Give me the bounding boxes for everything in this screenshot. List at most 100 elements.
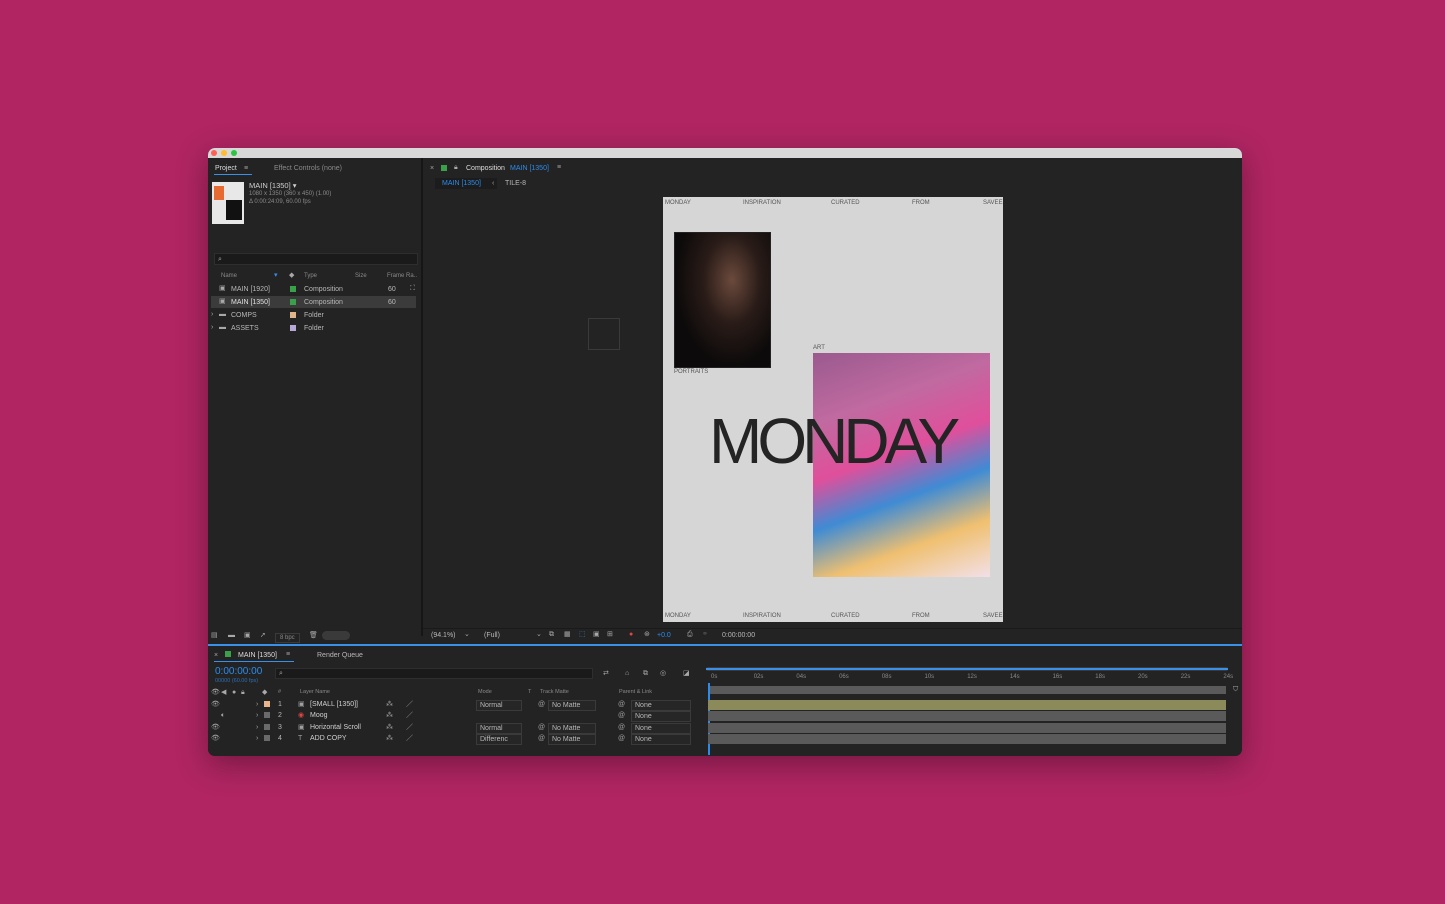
time-ruler[interactable]: 0s 02s 04s 06s 08s 10s 12s 14s 16s 18s 20s 22s 24s (708, 674, 1233, 684)
mask-visibility-icon[interactable]: ▣ (593, 631, 600, 638)
label-color-swatch[interactable] (290, 312, 296, 318)
lock-icon[interactable]: 🔒︎ (454, 164, 458, 171)
breadcrumb-active[interactable]: MAIN [1350] (435, 178, 497, 189)
current-time-display[interactable]: 0:00:00:00 (722, 632, 755, 639)
panel-menu-icon[interactable]: ≡ (244, 165, 248, 172)
comp-marker-bin-icon[interactable]: ⛉ (1233, 686, 1238, 693)
layer-search-input[interactable]: ⌕ (275, 668, 593, 679)
interpret-footage-icon[interactable]: ▤ (211, 632, 218, 639)
close-panel-icon[interactable]: × (430, 165, 434, 172)
video-eye-icon[interactable]: 👁︎ (211, 724, 220, 731)
region-of-interest-icon[interactable]: ⬚ (579, 631, 586, 638)
thumbnail-size-slider[interactable] (322, 631, 350, 640)
minimize-window-button[interactable] (221, 150, 227, 156)
project-item[interactable]: ▣ MAIN [1920] Composition 60 ⛶ (211, 283, 416, 295)
draft-3d-icon[interactable]: ⌂ (625, 670, 629, 677)
layer-name[interactable]: ADD COPY (310, 735, 347, 742)
color-channels-icon[interactable]: ● (629, 631, 633, 638)
snapshot-camera-icon[interactable]: ⎙ (687, 631, 693, 638)
chevron-right-icon[interactable]: › (211, 324, 213, 331)
bit-depth-button[interactable]: 8 bpc (275, 633, 300, 643)
chevron-right-icon[interactable]: › (256, 724, 258, 731)
graph-editor-icon[interactable]: ◪ (683, 670, 690, 677)
render-rocket-icon[interactable]: ➚ (260, 632, 266, 639)
quality-switch-icon[interactable]: ／ (406, 701, 413, 708)
column-parent[interactable]: Parent & Link (619, 689, 652, 696)
column-type[interactable]: Type (304, 273, 317, 279)
trash-icon[interactable]: 🗑 (309, 632, 318, 639)
project-item[interactable]: ▣ MAIN [1350] Composition 60 (211, 296, 416, 308)
track-matte-pickwhip-icon[interactable]: @ (538, 724, 545, 731)
quality-switch-icon[interactable]: ／ (406, 724, 413, 731)
shy-switch-icon[interactable]: ⁂ (386, 701, 393, 708)
close-panel-icon[interactable]: × (214, 652, 218, 659)
track-matte-pickwhip-icon[interactable]: @ (538, 735, 545, 742)
parent-dropdown[interactable]: None (631, 733, 691, 745)
column-frame-rate[interactable]: Frame Ra.. (387, 273, 417, 279)
parent-pickwhip-icon[interactable]: @ (618, 724, 625, 731)
flowchart-icon[interactable]: ⛶ (410, 285, 415, 292)
column-size[interactable]: Size (355, 273, 367, 279)
tab-timeline-main[interactable]: MAIN [1350] (238, 652, 277, 659)
magnification-dropdown[interactable]: (94.1%) (431, 632, 456, 639)
chevron-right-icon[interactable]: › (256, 735, 258, 742)
panel-menu-icon[interactable]: ≡ (557, 164, 561, 171)
label-color-swatch[interactable] (264, 723, 270, 730)
zoom-window-button[interactable] (231, 150, 237, 156)
layer-duration-bar[interactable] (708, 722, 1226, 733)
project-item[interactable]: › ▬ ASSETS Folder (211, 322, 416, 334)
work-area-bar[interactable] (706, 668, 1228, 670)
layer-row[interactable]: 👁︎ › 3 ▣ Horizontal Scroll ⁂ ／ Normal @ No Matte @… (208, 722, 703, 734)
timeline-timecode[interactable]: 0:00:00:00 (215, 667, 262, 677)
resolution-dropdown[interactable]: (Full) (484, 632, 500, 639)
chevron-right-icon[interactable]: › (256, 701, 258, 708)
chevron-right-icon[interactable]: › (211, 311, 213, 318)
show-snapshot-icon[interactable]: ⚭ (702, 631, 708, 638)
layer-duration-bar[interactable] (708, 733, 1226, 744)
label-color-swatch[interactable] (264, 701, 270, 707)
breadcrumb-next[interactable]: TILE-8 (505, 180, 526, 187)
chevron-right-icon[interactable]: › (256, 712, 258, 719)
grid-guide-icon[interactable]: ⊞ (607, 631, 613, 638)
video-eye-icon[interactable]: 👁︎ (211, 735, 220, 742)
work-area-track[interactable] (708, 686, 1226, 694)
column-track-matte[interactable]: Track Matte (540, 689, 569, 696)
sort-arrow-icon[interactable]: ▾ (274, 272, 278, 279)
transparency-grid-icon[interactable]: ▦ (564, 631, 571, 638)
hide-shy-layers-icon[interactable]: ⧉ (643, 670, 648, 677)
layer-row[interactable]: 👁︎ › 1 ▣ [SMALL [1350]] ⁂ ／ Normal @ No Matte @ Non… (208, 699, 703, 711)
composition-header-name[interactable]: MAIN [1350] (510, 165, 549, 172)
parent-pickwhip-icon[interactable]: @ (618, 712, 625, 719)
comp-mini-flowchart-icon[interactable]: ⇄ (603, 670, 609, 677)
layer-row[interactable]: 🔈︎ › 2 ◉ Moog ⁂ ／ @ None (208, 710, 703, 723)
layer-duration-bar[interactable] (708, 711, 1226, 722)
new-composition-icon[interactable]: ▣ (244, 632, 251, 639)
motion-blur-icon[interactable]: ◎ (660, 670, 666, 677)
column-mode[interactable]: Mode (478, 689, 492, 696)
label-tag-icon[interactable]: ◆ (289, 272, 294, 279)
project-item[interactable]: › ▬ COMPS Folder (211, 309, 416, 321)
project-search-input[interactable]: ⌕ (214, 253, 418, 265)
exposure-reset-icon[interactable]: ⊛ (644, 631, 650, 638)
fast-previews-icon[interactable]: ⧉ (549, 631, 554, 638)
track-matte-pickwhip-icon[interactable]: @ (538, 701, 545, 708)
audio-speaker-icon[interactable]: 🔈︎ (221, 712, 225, 719)
layer-row[interactable]: 👁︎ › 4 T ADD COPY ⁂ ／ Differenc @ No Matte @ None (208, 733, 703, 745)
quality-switch-icon[interactable]: ／ (406, 735, 413, 742)
blend-mode-dropdown[interactable]: Differenc (476, 733, 522, 745)
panel-menu-icon[interactable]: ≡ (286, 651, 290, 658)
label-color-swatch[interactable] (290, 286, 296, 292)
layer-name[interactable]: Horizontal Scroll (310, 724, 361, 731)
layer-duration-bar[interactable] (708, 700, 1226, 710)
shy-switch-icon[interactable]: ⁂ (386, 724, 393, 731)
label-color-swatch[interactable] (290, 299, 296, 305)
tab-render-queue[interactable]: Render Queue (317, 652, 363, 659)
close-window-button[interactable] (211, 150, 217, 156)
video-eye-icon[interactable]: 👁︎ (211, 701, 220, 708)
column-layer-name[interactable]: Layer Name (300, 689, 330, 696)
label-color-swatch[interactable] (290, 325, 296, 331)
quality-switch-icon[interactable]: ／ (406, 712, 413, 719)
layer-name[interactable]: [SMALL [1350]] (310, 701, 358, 708)
tab-project[interactable]: Project (215, 165, 237, 172)
label-color-swatch[interactable] (264, 734, 270, 741)
